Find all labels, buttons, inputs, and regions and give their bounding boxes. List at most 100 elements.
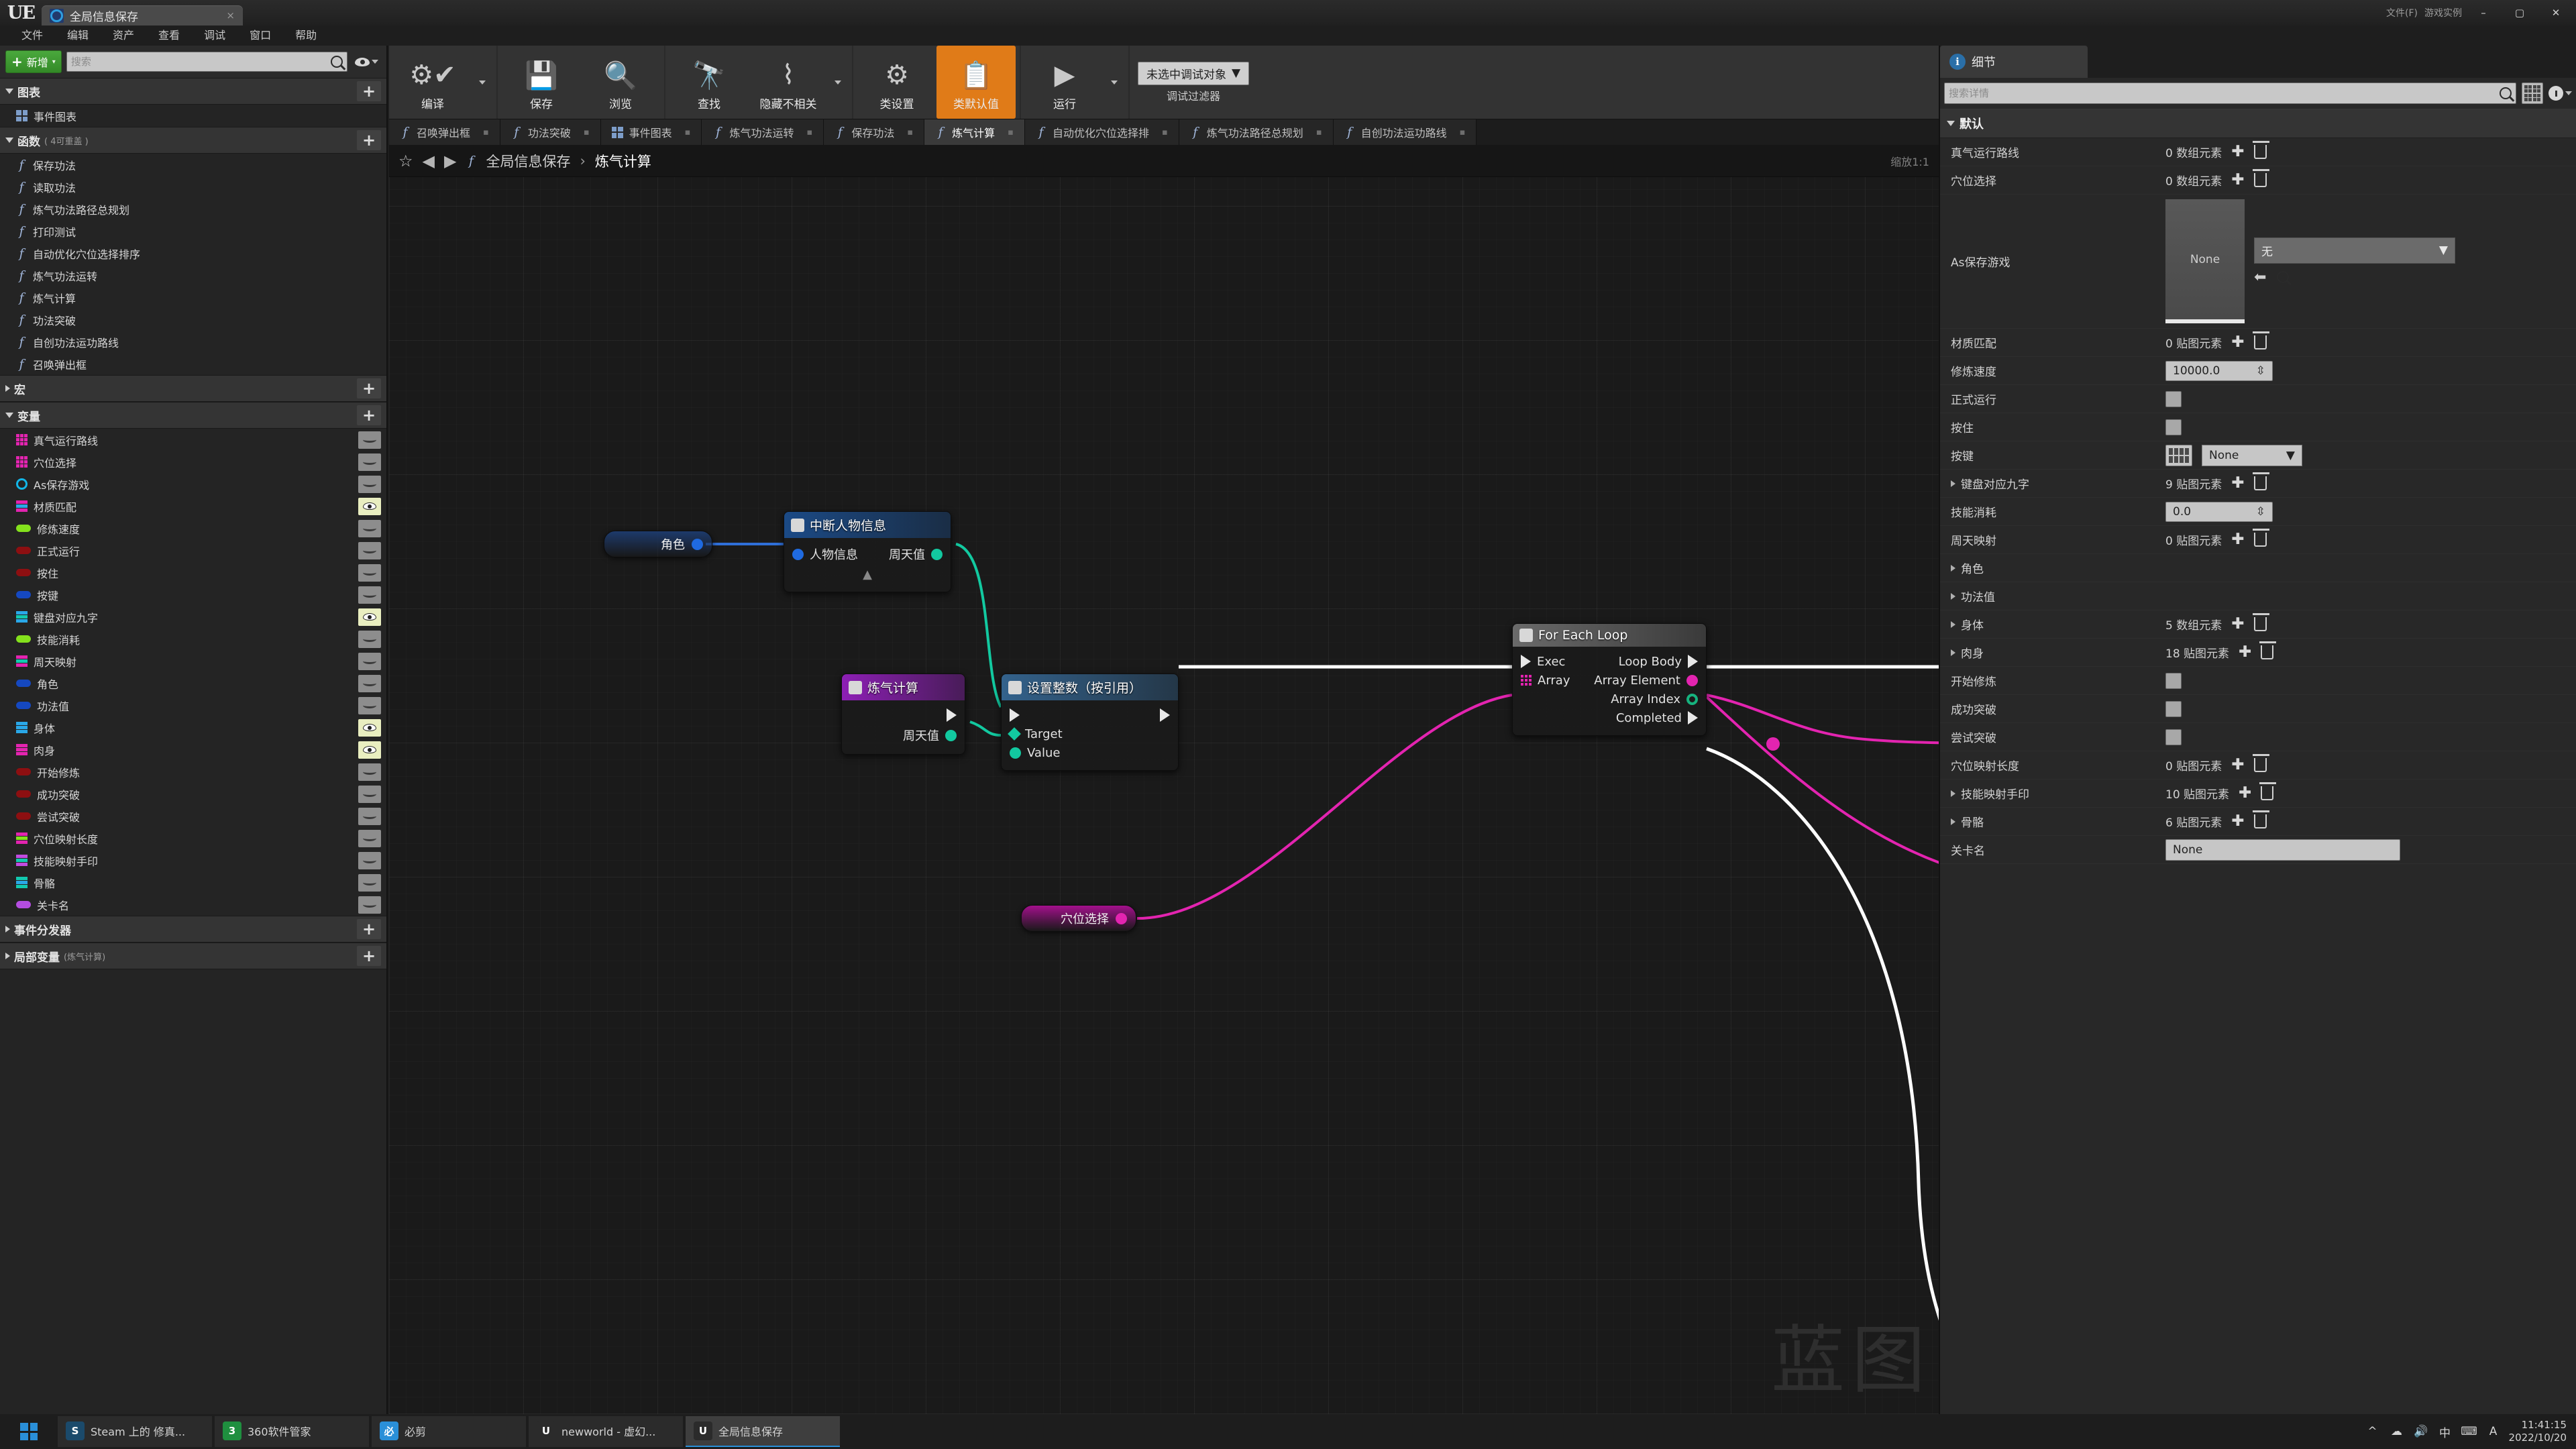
- section-header-3[interactable]: 变量 +: [0, 402, 386, 429]
- menu-item-2[interactable]: 资产: [101, 25, 146, 46]
- delete-elements-button[interactable]: [2252, 529, 2269, 547]
- chevron-down-icon[interactable]: [1104, 46, 1124, 119]
- tree-item[interactable]: 技能映射手印: [0, 849, 386, 871]
- add-element-button[interactable]: ✚: [2239, 645, 2251, 660]
- add-element-button[interactable]: ✚: [2231, 532, 2244, 547]
- tree-item[interactable]: 功法值: [0, 694, 386, 716]
- toolbar-button-类默认值[interactable]: 📋 类默认值: [936, 46, 1016, 119]
- tree-item[interactable]: f 打印测试: [0, 220, 386, 242]
- close-icon[interactable]: ▪: [807, 127, 813, 138]
- tree-item[interactable]: f 功法突破: [0, 309, 386, 331]
- section-add-button[interactable]: +: [357, 405, 381, 425]
- tray-keyboard-icon[interactable]: ⌨: [2461, 1423, 2478, 1440]
- chevron-right-icon[interactable]: [1951, 621, 1955, 628]
- eye-closed-icon[interactable]: [358, 586, 381, 604]
- eye-closed-icon[interactable]: [358, 763, 381, 781]
- toolbar-button-浏览[interactable]: 🔍 浏览: [581, 46, 660, 119]
- tray-ime-icon[interactable]: 中: [2436, 1423, 2454, 1440]
- close-icon[interactable]: ▪: [1460, 127, 1466, 138]
- graph-tab-2[interactable]: 事件图表 ▪: [600, 119, 702, 145]
- forward-arrow-icon[interactable]: ▶: [444, 152, 456, 170]
- asset-thumbnail[interactable]: None: [2165, 199, 2245, 323]
- text-input[interactable]: None: [2165, 839, 2400, 861]
- tree-item[interactable]: f 炼气功法路径总规划: [0, 198, 386, 220]
- toolbar-button-编译[interactable]: ⚙✔ 编译: [393, 46, 472, 119]
- graph-tab-0[interactable]: f 召唤弹出框 ▪: [389, 119, 500, 145]
- close-icon[interactable]: ×: [199, 9, 235, 21]
- section-header-1[interactable]: 函数 ( 4可重盖 ) +: [0, 127, 386, 154]
- tree-item[interactable]: 按住: [0, 561, 386, 584]
- tree-item[interactable]: 按键: [0, 584, 386, 606]
- close-icon[interactable]: ▪: [685, 127, 691, 138]
- delete-elements-button[interactable]: [2252, 169, 2269, 187]
- close-icon[interactable]: ▪: [1162, 127, 1168, 138]
- delete-elements-button[interactable]: [2259, 641, 2277, 659]
- close-icon[interactable]: ▪: [907, 127, 913, 138]
- taskbar-item-4[interactable]: U 全局信息保存: [686, 1416, 840, 1447]
- spinner-icon[interactable]: ⇳: [2256, 505, 2265, 519]
- node-input-pin[interactable]: Exec: [1521, 655, 1565, 669]
- graph-tab-1[interactable]: f 功法突破 ▪: [500, 119, 601, 145]
- checkbox-input[interactable]: [2165, 729, 2182, 745]
- tray-cloud-icon[interactable]: ☁: [2388, 1423, 2406, 1440]
- eye-closed-icon[interactable]: [358, 652, 381, 670]
- menu-item-0[interactable]: 文件: [9, 25, 55, 46]
- tray-chevron-icon[interactable]: ^: [2364, 1423, 2381, 1440]
- section-add-button[interactable]: +: [357, 919, 381, 939]
- delete-elements-button[interactable]: [2252, 754, 2269, 772]
- eye-closed-icon[interactable]: [358, 674, 381, 692]
- details-search-box[interactable]: [1944, 83, 2516, 104]
- taskbar-item-1[interactable]: 3 360软件管家: [215, 1416, 369, 1447]
- chevron-right-icon[interactable]: [1951, 592, 1955, 600]
- eye-closed-icon[interactable]: [358, 475, 381, 493]
- tree-item[interactable]: f 炼气功法运转: [0, 264, 386, 286]
- window-close-button[interactable]: ✕: [2541, 4, 2571, 21]
- blueprint-graph-canvas[interactable]: 角色 中断人物信息 人物信息 周天值 ▲ 炼气计算 周天值 设置整数（按引用） Target Va…: [389, 177, 1939, 1414]
- details-settings-button[interactable]: [2548, 86, 2572, 101]
- eye-closed-icon[interactable]: [358, 785, 381, 803]
- checkbox-input[interactable]: [2165, 700, 2182, 717]
- taskbar-item-3[interactable]: Unewworld - 虚幻...: [529, 1416, 683, 1447]
- number-input[interactable]: 0.0 ⇳: [2165, 501, 2273, 522]
- tree-item[interactable]: 键盘对应九字: [0, 606, 386, 628]
- details-search-input[interactable]: [1949, 87, 2500, 99]
- checkbox-input[interactable]: [2165, 390, 2182, 407]
- menu-item-3[interactable]: 查看: [146, 25, 192, 46]
- eye-closed-icon[interactable]: [358, 519, 381, 537]
- delete-elements-button[interactable]: [2252, 141, 2269, 159]
- node-output-pin[interactable]: 周天值: [903, 727, 957, 744]
- close-icon[interactable]: ▪: [584, 127, 590, 138]
- section-header-5[interactable]: 局部变量 (炼气计算) +: [0, 943, 386, 969]
- tree-item[interactable]: 成功突破: [0, 783, 386, 805]
- node-exec-out[interactable]: [1160, 708, 1170, 722]
- node-output-pin[interactable]: Array Element: [1594, 674, 1698, 688]
- eye-closed-icon[interactable]: [358, 896, 381, 914]
- graph-tab-7[interactable]: f 炼气功法路径总规划 ▪: [1179, 119, 1334, 145]
- add-element-button[interactable]: ✚: [2231, 172, 2244, 188]
- eye-open-icon[interactable]: [358, 608, 381, 626]
- menu-item-5[interactable]: 窗口: [237, 25, 283, 46]
- chevron-down-icon[interactable]: [828, 46, 848, 119]
- chevron-down-icon[interactable]: [472, 46, 492, 119]
- window-tab[interactable]: 全局信息保存 ×: [42, 5, 243, 25]
- tree-item[interactable]: 角色: [0, 672, 386, 694]
- add-element-button[interactable]: ✚: [2231, 814, 2244, 829]
- eye-closed-icon[interactable]: [358, 873, 381, 892]
- eye-closed-icon[interactable]: [358, 431, 381, 449]
- tree-item[interactable]: As保存游戏: [0, 473, 386, 495]
- back-arrow-icon[interactable]: ◀: [423, 152, 435, 170]
- add-element-button[interactable]: ✚: [2231, 335, 2244, 350]
- delete-elements-button[interactable]: [2259, 782, 2277, 800]
- graph-node-set-int-by-ref[interactable]: 设置整数（按引用） Target Value: [1001, 674, 1179, 771]
- spinner-icon[interactable]: ⇳: [2256, 364, 2265, 378]
- use-selected-icon[interactable]: ⬅: [2254, 269, 2266, 286]
- debug-object-select[interactable]: 未选中调试对象 ▼: [1138, 61, 1250, 85]
- tree-item[interactable]: 关卡名: [0, 894, 386, 916]
- node-exec-out[interactable]: [947, 708, 957, 722]
- section-add-button[interactable]: +: [357, 946, 381, 966]
- tree-item[interactable]: f 保存功法: [0, 154, 386, 176]
- taskbar-item-2[interactable]: 必必剪: [372, 1416, 526, 1447]
- favorite-star-icon[interactable]: ☆: [398, 152, 413, 170]
- tree-item[interactable]: 技能消耗: [0, 628, 386, 650]
- node-collapse-arrow[interactable]: ▲: [784, 565, 951, 584]
